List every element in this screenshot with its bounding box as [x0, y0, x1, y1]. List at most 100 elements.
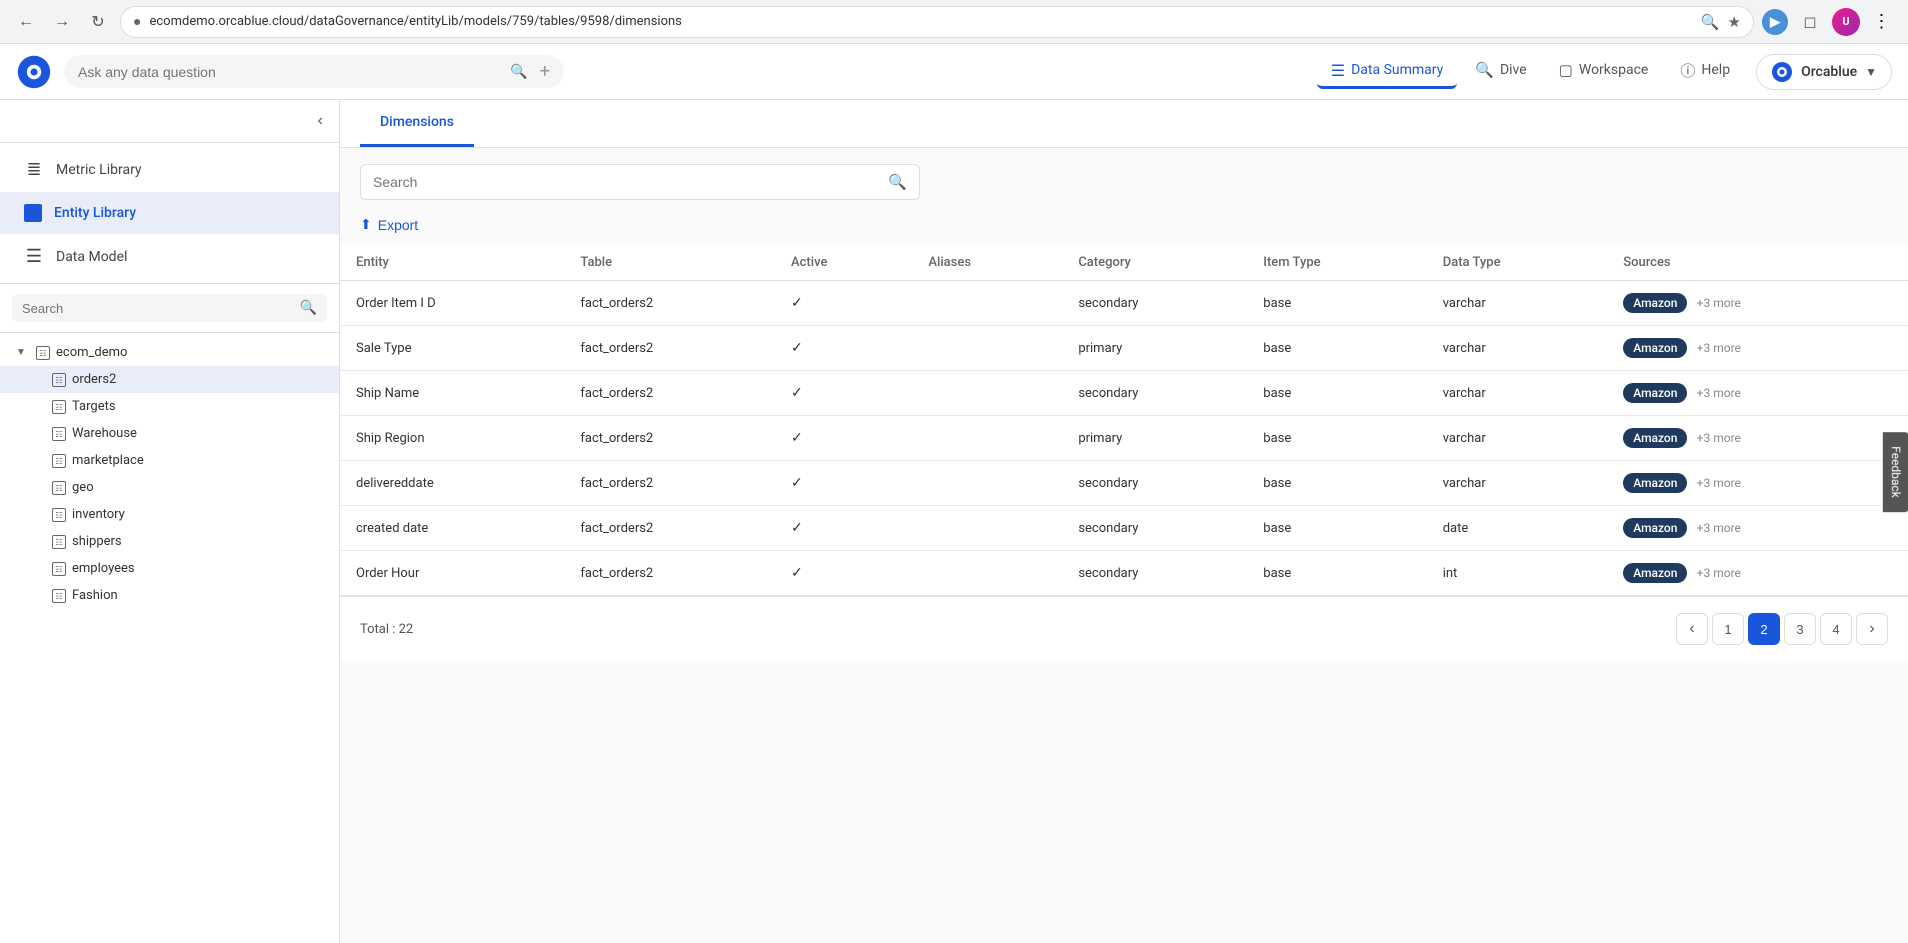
browser-reload-button[interactable]: ↻ [84, 8, 112, 36]
nav-data-summary[interactable]: ☰ Data Summary [1317, 55, 1458, 89]
source-more-2: +3 more [1697, 386, 1741, 400]
sidebar-entity-library-label: Entity Library [54, 205, 136, 221]
col-category: Category [1062, 245, 1247, 281]
cell-active-5: ✓ [775, 506, 912, 551]
cell-item-type-3: base [1247, 416, 1426, 461]
tree-root-ecom-demo[interactable]: ▼ ☷ ecom_demo [0, 339, 339, 366]
pagination-page-2[interactable]: 2 [1748, 613, 1780, 645]
source-badge-5: Amazon [1623, 518, 1687, 538]
col-entity: Entity [340, 245, 564, 281]
source-more-4: +3 more [1697, 476, 1741, 490]
tree-warehouse-label: Warehouse [72, 426, 137, 441]
source-badge-0: Amazon [1623, 293, 1687, 313]
sidebar-tree: ▼ ☷ ecom_demo ☷ orders2 ☷ Targets ☷ Ware… [0, 333, 339, 943]
cell-entity-3: Ship Region [340, 416, 564, 461]
cell-table-5: fact_orders2 [564, 506, 775, 551]
cell-item-type-5: base [1247, 506, 1426, 551]
brand-dropdown[interactable]: Orcablue ▼ [1756, 54, 1892, 90]
tree-inventory-label: inventory [72, 507, 125, 522]
search-icon: 🔍 [510, 64, 527, 80]
pagination-page-1[interactable]: 1 [1712, 613, 1744, 645]
pagination-page-4[interactable]: 4 [1820, 613, 1852, 645]
tree-item-targets[interactable]: ☷ Targets [0, 393, 339, 420]
extension-icon-2[interactable]: ◻ [1796, 8, 1824, 36]
nav-dive[interactable]: 🔍 Dive [1461, 55, 1540, 88]
tree-item-geo[interactable]: ☷ geo [0, 474, 339, 501]
cell-active-2: ✓ [775, 371, 912, 416]
main-layout: ‹ ≣ Metric Library Entity Library ☰ Data… [0, 100, 1908, 943]
content-search-input[interactable] [373, 174, 880, 190]
browser-forward-button[interactable]: → [48, 8, 76, 36]
source-more-0: +3 more [1697, 296, 1741, 310]
cell-entity-6: Order Hour [340, 551, 564, 596]
sidebar-data-model-label: Data Model [56, 249, 127, 265]
header-search-box[interactable]: 🔍 + [64, 55, 564, 88]
tree-fashion-icon: ☷ [52, 589, 66, 603]
entity-table: Entity Table Active Aliases Category Ite… [340, 245, 1908, 596]
tab-dimensions[interactable]: Dimensions [360, 100, 474, 147]
content-search-box[interactable]: 🔍 [360, 164, 920, 200]
source-badge-4: Amazon [1623, 473, 1687, 493]
browser-back-button[interactable]: ← [12, 8, 40, 36]
cell-category-0: secondary [1062, 281, 1247, 326]
content-area: Dimensions 🔍 ⬆ Export [340, 100, 1908, 943]
tree-item-warehouse[interactable]: ☷ Warehouse [0, 420, 339, 447]
tree-item-fashion[interactable]: ☷ Fashion [0, 582, 339, 609]
tree-employees-label: employees [72, 561, 135, 576]
browser-url-bar[interactable]: ● ecomdemo.orcablue.cloud/dataGovernance… [120, 6, 1754, 38]
pagination-prev-button[interactable]: ‹ [1676, 613, 1708, 645]
tab-dimensions-label: Dimensions [380, 114, 454, 130]
tree-item-inventory[interactable]: ☷ inventory [0, 501, 339, 528]
active-checkmark-6: ✓ [791, 565, 803, 581]
cell-entity-4: delivereddate [340, 461, 564, 506]
cell-category-6: secondary [1062, 551, 1247, 596]
extension-icon-1[interactable]: ▶ [1762, 9, 1788, 35]
cell-category-3: primary [1062, 416, 1247, 461]
browser-menu-button[interactable]: ⋮ [1868, 8, 1896, 36]
tree-node-icon: ☷ [36, 346, 50, 360]
cell-table-4: fact_orders2 [564, 461, 775, 506]
source-more-6: +3 more [1697, 566, 1741, 580]
tree-orders2-icon: ☷ [52, 373, 66, 387]
cell-category-5: secondary [1062, 506, 1247, 551]
export-button[interactable]: ⬆ Export [360, 216, 418, 233]
cell-data-type-0: varchar [1427, 281, 1608, 326]
sidebar-search-input-box[interactable]: 🔍 [12, 294, 327, 322]
browser-chrome: ← → ↻ ● ecomdemo.orcablue.cloud/dataGove… [0, 0, 1908, 44]
content-search-icon: 🔍 [888, 173, 907, 191]
cell-active-3: ✓ [775, 416, 912, 461]
pagination: Total : 22 ‹ 1 2 3 4 › [340, 596, 1908, 661]
tree-item-marketplace[interactable]: ☷ marketplace [0, 447, 339, 474]
col-active: Active [775, 245, 912, 281]
help-icon: ⓘ [1680, 60, 1695, 81]
feedback-tab[interactable]: Feedback [1883, 432, 1908, 512]
tree-item-orders2[interactable]: ☷ orders2 [0, 366, 339, 393]
app-logo[interactable] [16, 54, 52, 90]
nav-workspace[interactable]: ▢ Workspace [1545, 55, 1663, 88]
nav-help-label: Help [1701, 62, 1730, 78]
sidebar-item-entity-library[interactable]: Entity Library [0, 192, 339, 234]
app-header: 🔍 + ☰ Data Summary 🔍 Dive ▢ Workspace ⓘ … [0, 44, 1908, 100]
active-checkmark-2: ✓ [791, 385, 803, 401]
cell-data-type-3: varchar [1427, 416, 1608, 461]
pagination-page-3[interactable]: 3 [1784, 613, 1816, 645]
tree-item-employees[interactable]: ☷ employees [0, 555, 339, 582]
sidebar-item-metric-library[interactable]: ≣ Metric Library [0, 147, 339, 192]
tree-root-label: ecom_demo [56, 345, 127, 360]
pagination-next-button[interactable]: › [1856, 613, 1888, 645]
header-search-input[interactable] [78, 64, 502, 80]
cell-sources-5: Amazon +3 more [1607, 506, 1908, 551]
sidebar-item-data-model[interactable]: ☰ Data Model [0, 234, 339, 279]
sidebar-collapse-button[interactable]: ‹ [314, 108, 327, 134]
export-bar: ⬆ Export [340, 208, 1908, 245]
sidebar-search-field[interactable] [22, 301, 292, 316]
tree-inventory-icon: ☷ [52, 508, 66, 522]
user-avatar[interactable]: U [1832, 8, 1860, 36]
orca-logo-small [1771, 61, 1793, 83]
table-row: Order Hour fact_orders2 ✓ secondary base… [340, 551, 1908, 596]
tree-item-shippers[interactable]: ☷ shippers [0, 528, 339, 555]
cell-item-type-6: base [1247, 551, 1426, 596]
table-row: Order Item I D fact_orders2 ✓ secondary … [340, 281, 1908, 326]
tree-warehouse-icon: ☷ [52, 427, 66, 441]
nav-help[interactable]: ⓘ Help [1666, 54, 1744, 90]
